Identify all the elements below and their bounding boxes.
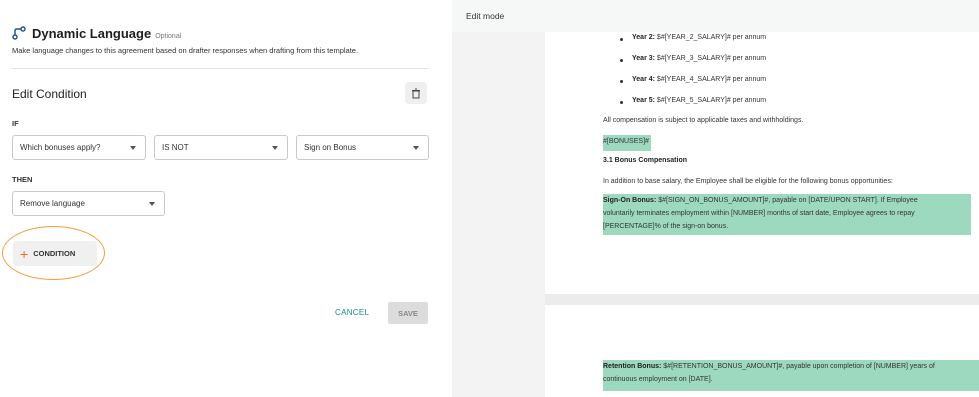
cancel-button[interactable]: CANCEL (335, 308, 369, 317)
compensation-note: All compensation is subject to applicabl… (603, 117, 804, 124)
chevron-down-icon (149, 202, 155, 206)
panel-title: Dynamic Language (32, 26, 152, 41)
bullet-dot (620, 80, 623, 83)
retention-bonus-line: Retention Bonus: $#[RETENTION_BONUS_AMOU… (603, 363, 935, 370)
operator-select[interactable]: IS NOT (154, 135, 288, 160)
signon-bonus-line: Sign-On Bonus: $#[SIGN_ON_BONUS_AMOUNT]#… (603, 197, 918, 204)
document-preview-panel: Edit mode Year 2: $#[YEAR_2_SALARY]# per… (452, 0, 979, 397)
document-page[interactable]: Year 2: $#[YEAR_2_SALARY]# per annum Yea… (545, 32, 979, 294)
panel-description: Make language changes to this agreement … (12, 46, 359, 55)
bullet-dot (620, 59, 623, 62)
panel-header: Dynamic Language Optional (12, 24, 181, 41)
add-condition-label: CONDITION (33, 249, 76, 258)
optional-badge: Optional (155, 33, 182, 40)
chevron-down-icon (130, 146, 136, 150)
list-item: Year 4: $#[YEAR_4_SALARY]# per annum (632, 76, 767, 83)
trash-icon (412, 88, 420, 98)
question-select[interactable]: Which bonuses apply? (12, 135, 146, 160)
signon-bonus-line: voluntarily terminates employment within… (603, 210, 915, 217)
plus-icon: + (20, 245, 29, 262)
operator-select-value: IS NOT (162, 143, 189, 152)
chevron-down-icon (272, 146, 278, 150)
then-label: THEN (12, 175, 33, 184)
section-heading: 3.1 Bonus Compensation (603, 157, 688, 164)
question-select-value: Which bonuses apply? (20, 143, 101, 152)
signon-bonus-line: [PERCENTAGE]% of the sign-on bonus. (603, 223, 729, 230)
save-button[interactable]: SAVE (388, 302, 428, 324)
list-item: Year 5: $#[YEAR_5_SALARY]# per annum (632, 97, 767, 104)
add-condition-button[interactable]: + CONDITION (13, 241, 97, 266)
value-select-value: Sign on Bonus (304, 143, 357, 152)
header-divider (12, 68, 428, 69)
delete-condition-button[interactable] (405, 82, 427, 104)
document-page[interactable]: Retention Bonus: $#[RETENTION_BONUS_AMOU… (545, 305, 979, 397)
bonuses-tag: #[BONUSES]# (603, 135, 651, 151)
bullet-dot (620, 101, 623, 104)
page-break (545, 294, 979, 305)
action-select-value: Remove language (20, 199, 85, 208)
list-item: Year 2: $#[YEAR_2_SALARY]# per annum (632, 34, 767, 41)
list-item: Year 3: $#[YEAR_3_SALARY]# per annum (632, 55, 767, 62)
edit-mode-label: Edit mode (466, 11, 505, 21)
dynamic-language-icon (12, 26, 26, 40)
bullet-dot (620, 38, 623, 41)
edit-condition-heading: Edit Condition (12, 87, 87, 101)
chevron-down-icon (413, 146, 419, 150)
dynamic-language-panel: Dynamic Language Optional Make language … (0, 0, 442, 397)
mode-bar: Edit mode (452, 0, 979, 32)
if-label: IF (12, 119, 19, 128)
action-select[interactable]: Remove language (12, 191, 165, 216)
value-select[interactable]: Sign on Bonus (296, 135, 429, 160)
section-intro: In addition to base salary, the Employee… (603, 178, 893, 185)
preview-gutter (452, 32, 545, 397)
retention-bonus-line: continuous employment on [DATE]. (603, 376, 713, 383)
